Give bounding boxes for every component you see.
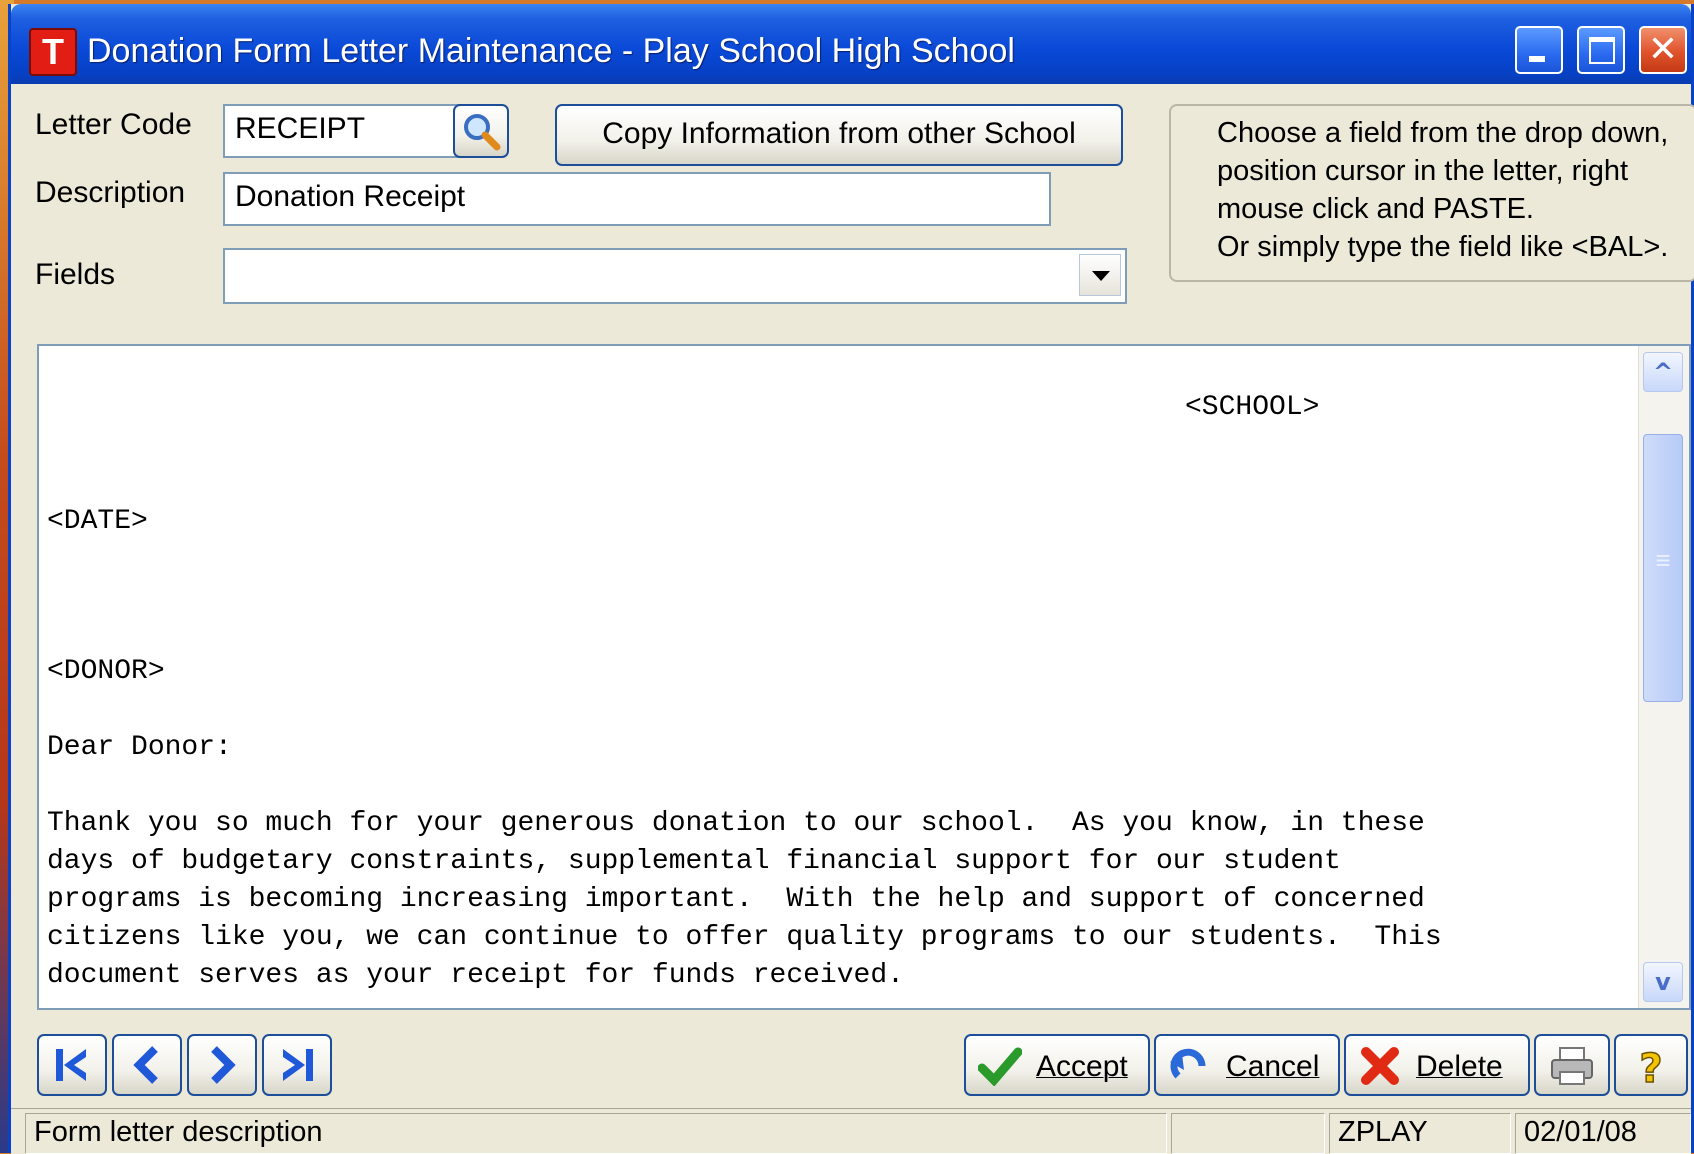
status-date: 02/01/08 — [1515, 1113, 1691, 1154]
print-button[interactable] — [1534, 1034, 1610, 1096]
cancel-button[interactable]: Cancel — [1154, 1034, 1340, 1096]
minimize-button[interactable] — [1515, 26, 1563, 74]
title-bar[interactable]: T Donation Form Letter Maintenance - Pla… — [11, 4, 1691, 84]
letter-code-label: Letter Code — [35, 108, 192, 141]
delete-label: Delete — [1416, 1050, 1503, 1083]
window-title: Donation Form Letter Maintenance - Play … — [87, 32, 1015, 70]
undo-icon — [1170, 1048, 1206, 1079]
chevron-down-icon[interactable] — [1079, 254, 1121, 296]
app-icon: T — [29, 28, 77, 76]
svg-text:?: ? — [1639, 1046, 1662, 1088]
status-user: ZPLAY — [1329, 1113, 1511, 1154]
status-bar: Form letter description ZPLAY 02/01/08 — [11, 1108, 1691, 1154]
letter-donor-field: <DONOR> — [47, 656, 165, 687]
letter-body-line: document serves as your receipt for fund… — [47, 960, 904, 991]
letter-date-field: <DATE> — [47, 506, 148, 537]
help-line: Or simply type the field like <BAL>. — [1217, 231, 1669, 263]
delete-button[interactable]: Delete — [1344, 1034, 1530, 1096]
checkmark-icon — [978, 1047, 1022, 1086]
letter-body-line: days of budgetary constraints, supplemen… — [47, 846, 1341, 877]
copy-from-other-school-button[interactable]: Copy Information from other School — [555, 104, 1123, 166]
help-instructions-box: Choose a field from the drop down, posit… — [1169, 104, 1694, 282]
delete-x-icon — [1361, 1047, 1399, 1085]
cancel-label: Cancel — [1226, 1050, 1320, 1083]
help-line: mouse click and PASTE. — [1217, 193, 1534, 225]
help-line: Choose a field from the drop down, — [1217, 117, 1669, 149]
first-record-icon — [56, 1049, 86, 1081]
letter-code-lookup-button[interactable] — [453, 104, 509, 158]
close-button[interactable]: ✕ — [1639, 26, 1687, 74]
last-record-icon — [283, 1049, 313, 1081]
help-button[interactable]: ? — [1614, 1034, 1688, 1096]
next-record-button[interactable] — [187, 1034, 257, 1096]
previous-record-button[interactable] — [112, 1034, 182, 1096]
search-icon — [464, 114, 501, 151]
fields-label: Fields — [35, 258, 116, 291]
close-icon: ✕ — [1647, 29, 1679, 70]
letter-salutation: Dear Donor: — [47, 732, 232, 763]
help-question-icon: ? — [1639, 1046, 1664, 1088]
status-message: Form letter description — [25, 1113, 1167, 1154]
status-panel-empty — [1171, 1113, 1325, 1154]
scroll-up-icon[interactable]: ^ — [1643, 352, 1683, 392]
scroll-down-icon[interactable]: v — [1643, 962, 1683, 1002]
letter-text-editor[interactable]: <SCHOOL> <DATE> <DONOR> Dear Donor: Than… — [37, 344, 1691, 1010]
app-window: T Donation Form Letter Maintenance - Pla… — [8, 4, 1694, 1154]
letter-code-input[interactable]: RECEIPT — [223, 104, 463, 158]
accept-button[interactable]: Accept — [964, 1034, 1150, 1096]
vertical-scrollbar[interactable]: ^ v — [1638, 346, 1689, 1008]
description-label: Description — [35, 176, 186, 209]
letter-body-line: programs is becoming increasing importan… — [47, 884, 1425, 915]
printer-icon — [1551, 1047, 1593, 1085]
letter-school-field: <SCHOOL> — [1185, 392, 1320, 423]
fields-dropdown[interactable] — [223, 248, 1127, 304]
maximize-button[interactable] — [1577, 26, 1625, 74]
previous-record-icon — [133, 1046, 158, 1084]
accept-label: Accept — [1036, 1050, 1128, 1083]
help-line: position cursor in the letter, right — [1217, 155, 1629, 187]
last-record-button[interactable] — [262, 1034, 332, 1096]
description-input[interactable]: Donation Receipt — [223, 172, 1051, 226]
letter-body-line: Thank you so much for your generous dona… — [47, 808, 1425, 839]
letter-body-line: citizens like you, we can continue to of… — [47, 922, 1442, 953]
scrollbar-thumb[interactable] — [1643, 434, 1683, 702]
next-record-icon — [211, 1046, 236, 1084]
first-record-button[interactable] — [37, 1034, 107, 1096]
